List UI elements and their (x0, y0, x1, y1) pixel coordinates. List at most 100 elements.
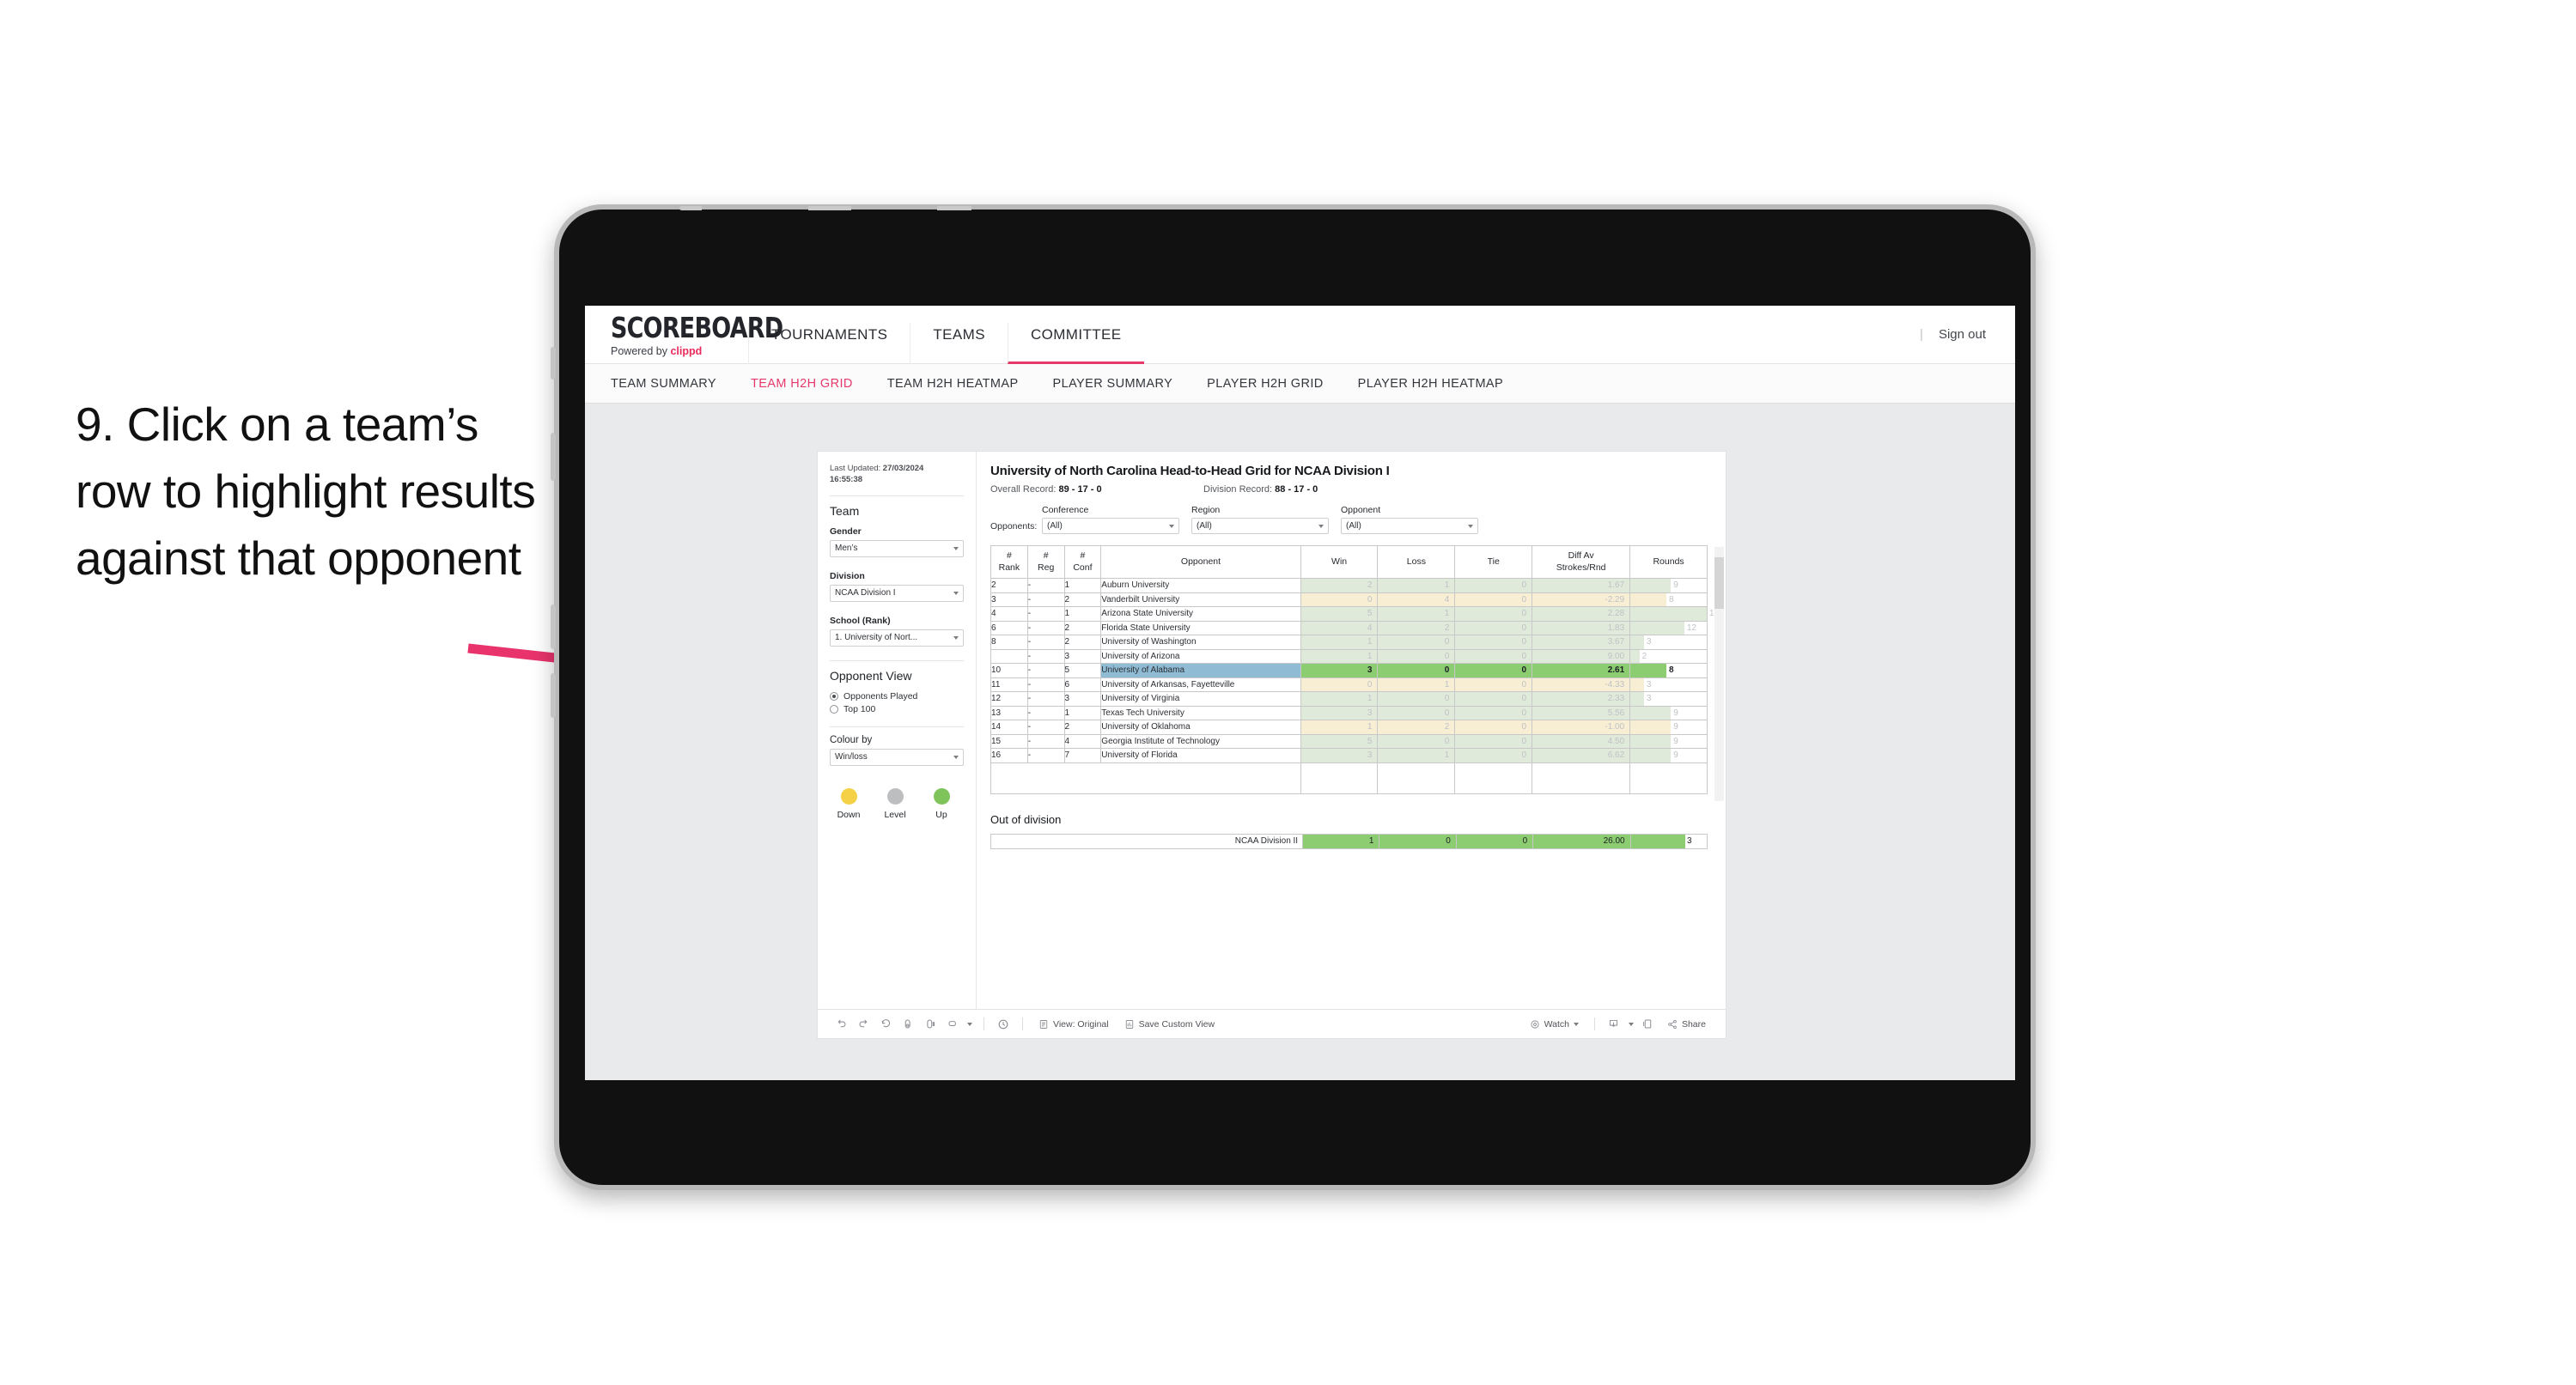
col-header-conf[interactable]: # Conf (1063, 545, 1102, 579)
table-row[interactable]: 4-1Arizona State University5102.2817 (990, 606, 1719, 622)
subtab-team-h2h-heatmap[interactable]: TEAM H2H HEATMAP (887, 377, 1019, 391)
table-row[interactable]: -3 University of Arizona 1 0 0 9.00 2 (990, 648, 1708, 664)
opponent-filter-select[interactable]: (All) (1341, 518, 1478, 534)
table-vertical-scrollbar[interactable] (1714, 547, 1724, 801)
table-row[interactable]: 16-7 University of Florida 3 1 0 6.62 9 (990, 748, 1708, 763)
radio-opponents-played[interactable]: Opponents Played (830, 691, 964, 702)
cell-opponent[interactable]: University of Virginia (1100, 691, 1301, 707)
col-header-opponent[interactable]: Opponent (1100, 545, 1301, 579)
cell-opponent[interactable]: University of Arkansas, Fayetteville (1100, 677, 1301, 692)
cell-rounds: 9 (1629, 733, 1708, 749)
cell-loss: 1 (1377, 606, 1456, 622)
cell-opponent[interactable]: Arizona State University (1100, 606, 1301, 622)
cell-opponent[interactable]: University of Alabama (1100, 663, 1301, 678)
colour-by-select[interactable]: Win/loss (830, 748, 964, 766)
cell-value: 0 (1521, 708, 1527, 718)
out-of-division-row[interactable]: NCAA Division II 1 0 0 26.00 3 (990, 833, 1708, 849)
cell-value: -2.29 (1605, 594, 1625, 604)
cell-opponent[interactable]: Vanderbilt University (1100, 592, 1301, 607)
save-custom-view-button[interactable]: Save Custom View (1117, 1019, 1223, 1030)
col-header-rounds[interactable]: Rounds (1629, 545, 1708, 579)
table-row[interactable]: 6-2 Florida State University 4 2 0 1.83 12 (990, 620, 1708, 635)
undo-icon[interactable] (830, 1015, 852, 1034)
cell-value: 1 (1368, 835, 1374, 846)
clock-icon[interactable] (992, 1015, 1014, 1034)
cell-win: 3 (1300, 663, 1379, 678)
conference-filter-select[interactable]: (All) (1042, 518, 1179, 534)
subtab-player-h2h-grid[interactable]: PLAYER H2H GRID (1207, 377, 1323, 391)
table-row[interactable]: 10-5 University of Alabama 3 0 0 2.61 8 (990, 663, 1708, 678)
rounds-bar (1630, 607, 1707, 621)
col-header-loss[interactable]: Loss (1377, 545, 1456, 579)
subtab-team-h2h-grid[interactable]: TEAM H2H GRID (751, 377, 853, 391)
cell-value: 2 (1444, 623, 1450, 633)
cell-value: 0 (1521, 637, 1527, 647)
subtab-player-summary[interactable]: PLAYER SUMMARY (1053, 377, 1173, 391)
cell-value: 0 (1521, 736, 1527, 746)
cell-opponent[interactable]: Texas Tech University (1100, 705, 1301, 720)
share-button[interactable]: Share (1659, 1019, 1714, 1030)
cell-opponent[interactable]: Auburn University (1100, 578, 1301, 593)
table-row[interactable]: 12-3 University of Virginia 1 0 0 2.33 3 (990, 691, 1708, 707)
col-header-tie[interactable]: Tie (1454, 545, 1533, 579)
cell-opponent[interactable]: University of Washington (1100, 635, 1301, 650)
col-header-diff[interactable]: Diff Av Strokes/Rnd (1532, 545, 1631, 579)
table-row[interactable]: 8-2 University of Washington 1 0 0 3.67 3 (990, 635, 1708, 650)
watch-button[interactable]: Watch (1522, 1019, 1586, 1030)
cell-opponent[interactable]: University of Arizona (1100, 648, 1301, 664)
cell-win: 2 (1300, 578, 1379, 593)
col-header-reg[interactable]: # Reg (1026, 545, 1065, 579)
redo-icon[interactable] (852, 1015, 874, 1034)
cell-win: 1 (1300, 720, 1379, 735)
h2h-grid-table: # Rank # Reg # Conf Opponent Win Loss Tie D… (990, 545, 1719, 794)
cell-tie: 0 (1454, 705, 1533, 720)
colour-by-label: Colour by (830, 734, 873, 745)
cell-value: 9.00 (1607, 651, 1625, 661)
table-row[interactable]: 14-2 University of Oklahoma 1 2 0 -1.00 9 (990, 720, 1708, 735)
rounds-value: 9 (1673, 708, 1678, 718)
refresh-icon[interactable] (897, 1015, 919, 1034)
view-original-button[interactable]: View: Original (1031, 1019, 1117, 1030)
radio-top-100[interactable]: Top 100 (830, 704, 964, 714)
cell-conf: 2 (1063, 635, 1102, 650)
cell-opponent[interactable]: University of Oklahoma (1100, 720, 1301, 735)
legend-dot-down-icon (840, 787, 857, 805)
cell-loss: 0 (1377, 691, 1456, 707)
subtab-team-summary[interactable]: TEAM SUMMARY (611, 377, 716, 391)
cell-value: 0 (1521, 609, 1527, 618)
screenshot-root: 9. Click on a team’s row to highlight re… (0, 0, 2576, 1385)
cell-value: 1 (1367, 651, 1373, 661)
table-row[interactable]: 2-1 Auburn University 2 1 0 1.67 9 (990, 578, 1708, 593)
school-rank-select[interactable]: 1. University of Nort... (830, 629, 964, 647)
team-section-heading: Team (830, 503, 860, 518)
subtab-player-h2h-heatmap[interactable]: PLAYER H2H HEATMAP (1358, 377, 1503, 391)
region-filter-select[interactable]: (All) (1191, 518, 1329, 534)
cell-rank (990, 648, 1028, 664)
gender-select[interactable]: Men’s (830, 539, 964, 557)
revert-icon[interactable] (874, 1015, 897, 1034)
table-scrollbar-thumb[interactable] (1714, 557, 1724, 609)
table-row[interactable]: 11-6 University of Arkansas, Fayetteville… (990, 677, 1708, 692)
table-row[interactable]: 13-1 Texas Tech University 3 0 0 5.56 9 (990, 705, 1708, 720)
col-header-rank[interactable]: # Rank (990, 545, 1028, 579)
cell-value: 5.56 (1607, 708, 1625, 718)
filter-icon[interactable] (941, 1015, 964, 1034)
pause-icon[interactable] (919, 1015, 941, 1034)
cell-rounds: 12 (1629, 620, 1708, 635)
download-icon[interactable] (1603, 1015, 1625, 1034)
nav-tab-committee[interactable]: COMMITTEE (1007, 323, 1144, 364)
cell-opponent[interactable]: University of Florida (1100, 748, 1301, 763)
cell-opponent[interactable]: Georgia Institute of Technology (1100, 733, 1301, 749)
cell-opponent[interactable]: Florida State University (1100, 620, 1301, 635)
table-row[interactable]: 3-2 Vanderbilt University 0 4 0 -2.29 8 (990, 592, 1708, 607)
nav-tab-teams[interactable]: TEAMS (910, 323, 1008, 364)
dropdown-caret-icon[interactable] (964, 1015, 976, 1034)
col-header-win[interactable]: Win (1300, 545, 1379, 579)
sign-out-link[interactable]: Sign out (1939, 327, 1986, 342)
cell-value: 3 (1367, 665, 1373, 675)
download-caret-icon[interactable] (1625, 1015, 1637, 1034)
fullscreen-icon[interactable] (1637, 1015, 1659, 1034)
cell-tie: 0 (1454, 677, 1533, 692)
division-select[interactable]: NCAA Division I (830, 584, 964, 602)
table-row[interactable]: 15-4 Georgia Institute of Technology 5 0 0 4.… (990, 733, 1708, 749)
